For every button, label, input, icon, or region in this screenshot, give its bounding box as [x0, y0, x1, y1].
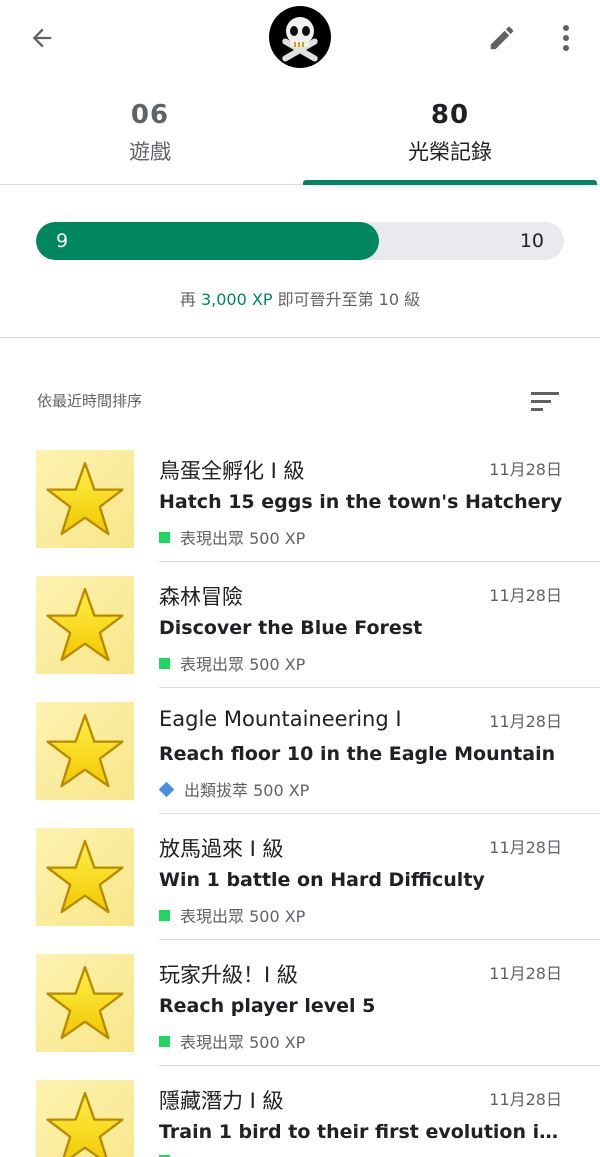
- list-divider: [159, 813, 600, 814]
- achievement-date: 11月28日: [489, 712, 562, 731]
- achievement-item[interactable]: Eagle Mountaineering I 11月28日 Reach floor …: [0, 702, 600, 828]
- rarity-label: 表現出眾 500 XP: [180, 655, 306, 674]
- achievement-description: Reach player level 5: [159, 995, 376, 1017]
- list-divider: [159, 561, 600, 562]
- achievement-date: 11月28日: [489, 460, 562, 479]
- rarity-diamond-icon: [158, 781, 175, 797]
- achievement-item[interactable]: 放馬過來 I 級 11月28日 Win 1 battle on Hard Diffi…: [0, 828, 600, 954]
- more-vert-icon: [563, 25, 569, 51]
- active-tab-indicator: [303, 180, 597, 185]
- list-divider: [159, 1065, 600, 1066]
- rarity-square-icon: [159, 531, 170, 543]
- level-progress-caption: 再 3,000 XP 即可晉升至第 10 級: [0, 286, 600, 310]
- star-icon: [36, 450, 134, 548]
- caption-xp: 3,000 XP: [200, 290, 273, 309]
- back-button[interactable]: [20, 18, 64, 58]
- star-icon: [36, 1080, 134, 1157]
- achievement-description: Train 1 bird to their first evolution in…: [159, 1121, 569, 1143]
- achievement-rarity: 表現出眾 500 XP: [159, 903, 305, 927]
- level-progress-bar: 9 10: [36, 222, 564, 260]
- achievement-rarity: 出類拔萃 500 XP: [158, 777, 310, 801]
- achievements-count: 80: [430, 100, 470, 130]
- achievement-title: 放馬過來 I 級: [159, 837, 284, 861]
- list-divider: [159, 687, 600, 688]
- star-icon: [36, 954, 134, 1052]
- sort-button[interactable]: [526, 384, 564, 418]
- achievement-rarity: 表現出眾 500 XP: [159, 651, 305, 675]
- list-divider: [159, 939, 600, 940]
- star-icon: [36, 828, 134, 926]
- tab-games[interactable]: 06 遊戲: [0, 88, 300, 185]
- achievement-rarity: 表現出眾 500 XP: [159, 1029, 305, 1053]
- caption-suffix: 即可晉升至第 10 級: [272, 290, 421, 309]
- games-count: 06: [130, 100, 170, 130]
- achievement-item[interactable]: 隱藏潛力 I 級 11月28日 Train 1 bird to their firs…: [0, 1080, 600, 1157]
- achievement-title: 鳥蛋全孵化 I 級: [159, 459, 305, 483]
- sort-icon: [531, 392, 559, 411]
- avatar[interactable]: [269, 6, 331, 68]
- level-progress-fill: [36, 222, 380, 260]
- rarity-label: 表現出眾 500 XP: [180, 907, 306, 926]
- star-icon: [36, 702, 134, 800]
- rarity-square-icon: [159, 657, 170, 669]
- achievements-tab-label: 光榮記錄: [408, 140, 492, 164]
- edit-button[interactable]: [480, 16, 524, 60]
- achievement-title: Eagle Mountaineering I: [159, 707, 402, 731]
- rarity-label: 表現出眾 500 XP: [180, 529, 306, 548]
- achievement-item[interactable]: 玩家升級！I 級 11月28日 Reach player level 5 表現出眾 5…: [0, 954, 600, 1080]
- achievement-date: 11月28日: [489, 1090, 562, 1109]
- achievement-title: 森林冒險: [159, 585, 243, 609]
- achievement-description: Win 1 battle on Hard Difficulty: [159, 869, 485, 891]
- rarity-square-icon: [159, 909, 170, 921]
- achievement-date: 11月28日: [489, 838, 562, 857]
- sort-label: 依最近時間排序: [37, 392, 143, 410]
- star-icon: [36, 576, 134, 674]
- section-divider: [0, 337, 600, 338]
- rarity-label: 表現出眾 500 XP: [180, 1033, 306, 1052]
- arrow-left-icon: [32, 28, 52, 48]
- achievement-description: Reach floor 10 in the Eagle Mountain: [159, 743, 556, 765]
- skull-crossbones-icon: [282, 17, 318, 62]
- achievement-description: Discover the Blue Forest: [159, 617, 423, 639]
- achievement-description: Hatch 15 eggs in the town's Hatchery: [159, 491, 563, 513]
- rarity-square-icon: [159, 1035, 170, 1047]
- app-bar: [0, 0, 600, 80]
- more-options-button[interactable]: [548, 16, 584, 60]
- profile-tabs: 06 遊戲 80 光榮記錄: [0, 88, 600, 185]
- achievement-title: 隱藏潛力 I 級: [159, 1089, 284, 1113]
- achievement-title: 玩家升級！I 級: [159, 963, 298, 987]
- achievement-date: 11月28日: [489, 586, 562, 605]
- achievement-rarity: 表現出眾 500 XP: [159, 525, 305, 549]
- achievement-item[interactable]: 森林冒險 11月28日 Discover the Blue Forest 表現出眾 5…: [0, 576, 600, 702]
- rarity-label: 出類拔萃 500 XP: [184, 781, 310, 800]
- pencil-icon: [490, 26, 514, 50]
- caption-prefix: 再: [179, 290, 201, 309]
- next-level: 10: [519, 230, 544, 252]
- tab-achievements[interactable]: 80 光榮記錄: [300, 88, 600, 185]
- achievement-item[interactable]: 鳥蛋全孵化 I 級 11月28日 Hatch 15 eggs in the town…: [0, 450, 600, 576]
- achievement-date: 11月28日: [489, 964, 562, 983]
- games-tab-label: 遊戲: [129, 140, 171, 164]
- current-level: 9: [56, 230, 69, 252]
